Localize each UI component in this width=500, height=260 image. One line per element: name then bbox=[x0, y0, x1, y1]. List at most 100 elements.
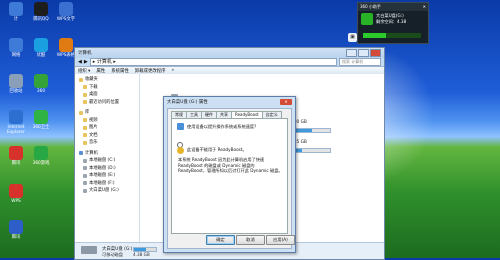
usb-widget[interactable]: 360 小助手 ✕ 大白菜U盘(G:) 剩余空间：4.38 bbox=[357, 2, 429, 44]
toolbar-item[interactable]: 组织 ▾ bbox=[78, 68, 90, 74]
widget-title: 360 小助手 bbox=[360, 4, 381, 9]
desktop-icon-label: 优酷 bbox=[36, 53, 46, 58]
close-icon[interactable]: ✕ bbox=[423, 4, 426, 10]
ok-button[interactable]: 确定 bbox=[206, 235, 235, 245]
maximize-button[interactable] bbox=[358, 49, 369, 57]
nav-item[interactable]: 本地磁盘 (F:) bbox=[75, 180, 139, 188]
desktop-icon[interactable]: 360游戏 bbox=[28, 146, 54, 166]
computer-icon bbox=[79, 151, 83, 156]
app-icon bbox=[9, 2, 23, 16]
apply-button[interactable]: 应用(A) bbox=[266, 235, 295, 245]
app-icon bbox=[9, 110, 23, 124]
folder-icon bbox=[83, 125, 87, 130]
folder-icon bbox=[83, 140, 87, 145]
desktop-tool-button[interactable]: ▣ bbox=[348, 33, 357, 42]
nav-item[interactable]: 库 bbox=[75, 109, 139, 117]
nav-item[interactable]: 收藏夹 bbox=[75, 76, 139, 84]
nav-item[interactable]: 本地磁盘 (D:) bbox=[75, 165, 139, 173]
desktop-icon[interactable]: 腾讯 bbox=[3, 220, 29, 240]
explorer-titlebar[interactable]: 计算机 bbox=[75, 48, 384, 58]
nav-item[interactable]: 文档 bbox=[75, 132, 139, 140]
usb-drive-icon bbox=[81, 246, 97, 254]
desktop-icon[interactable]: 优酷 bbox=[28, 38, 54, 58]
folder-icon bbox=[83, 133, 87, 138]
desktop: { "desktop": { "icons": [ {"label": "计",… bbox=[0, 0, 500, 260]
navigation-pane: 收藏夹 下载 桌面 最近访问的位置库视频 图片 文档 音乐 计算机 本地磁盘 (C:) 本地磁盘 … bbox=[75, 74, 140, 259]
usb-icon bbox=[361, 13, 373, 25]
toolbar-item[interactable]: 属性 bbox=[96, 68, 105, 74]
app-icon bbox=[34, 74, 48, 88]
option-not-supported: 此设备不能用于 ReadyBoost。 bbox=[187, 147, 247, 152]
desktop-icon[interactable]: 360 bbox=[28, 74, 54, 94]
nav-item[interactable]: 图片 bbox=[75, 124, 139, 132]
app-icon bbox=[34, 146, 48, 160]
desktop-icon[interactable]: 360卫士 bbox=[28, 110, 54, 130]
nav-item-label: 视频 bbox=[89, 117, 98, 123]
window-title: 计算机 bbox=[78, 51, 92, 56]
desktop-icon[interactable]: 网络 bbox=[3, 38, 29, 58]
nav-item[interactable]: 大白菜U盘 (G:) bbox=[75, 187, 139, 195]
desktop-icon-label: 腾讯 bbox=[11, 235, 21, 240]
desktop-icon-label: 回收站 bbox=[9, 89, 23, 94]
nav-item-label: 本地磁盘 (D:) bbox=[89, 165, 116, 171]
widget-usage-bar bbox=[363, 33, 421, 38]
nav-item-label: 文档 bbox=[89, 132, 98, 138]
app-icon bbox=[9, 74, 23, 88]
desktop-icon[interactable]: WPS bbox=[3, 184, 29, 204]
toolbar-item[interactable]: 系统属性 bbox=[111, 68, 129, 74]
dialog-tab[interactable]: 常规 bbox=[171, 111, 187, 118]
desktop-icon[interactable]: 腾讯QQ bbox=[28, 2, 54, 22]
forward-icon[interactable]: ▶ bbox=[84, 59, 88, 65]
drive-icon bbox=[83, 181, 87, 186]
desktop-icon[interactable]: WPS文字 bbox=[53, 2, 79, 22]
dialog-tab[interactable]: 自定义 bbox=[261, 111, 282, 118]
nav-item-label: 下载 bbox=[89, 84, 98, 90]
dialog-titlebar[interactable]: 大白菜U盘 (G:) 属性 ✕ bbox=[164, 97, 295, 106]
nav-item-label: 图片 bbox=[89, 125, 98, 130]
toolbar-item[interactable]: » bbox=[172, 68, 175, 73]
search-input[interactable]: 搜索 计算机 bbox=[339, 58, 381, 66]
close-button[interactable] bbox=[370, 49, 381, 57]
app-icon bbox=[9, 184, 23, 198]
nav-item[interactable]: 本地磁盘 (E:) bbox=[75, 172, 139, 180]
desktop-icon[interactable]: 回收站 bbox=[3, 74, 29, 94]
nav-item[interactable]: 桌面 bbox=[75, 91, 139, 99]
dialog-tab[interactable]: 工具 bbox=[186, 111, 202, 118]
desktop-icon-label: 腾讯QQ bbox=[33, 17, 49, 22]
desktop-icon[interactable]: Internet Explorer bbox=[3, 110, 29, 135]
app-icon bbox=[9, 146, 23, 160]
dialog-tab[interactable]: 共享 bbox=[216, 111, 232, 118]
dialog-tab[interactable]: 硬件 bbox=[201, 111, 217, 118]
selected-drive-free: 4.38 GB bbox=[133, 252, 150, 257]
nav-item[interactable]: 最近访问的位置 bbox=[75, 99, 139, 107]
cancel-button[interactable]: 取消 bbox=[236, 235, 265, 245]
nav-item-label: 音乐 bbox=[89, 140, 98, 145]
nav-item[interactable]: 本地磁盘 (C:) bbox=[75, 157, 139, 165]
app-icon bbox=[59, 38, 73, 52]
address-row: ◀ ▶ ▸ 计算机 ▸ 搜索 计算机 bbox=[75, 58, 384, 66]
toolbar-item[interactable]: 卸载或更改程序 bbox=[135, 68, 166, 74]
desktop-icon[interactable]: 腾讯 bbox=[3, 146, 29, 166]
option-use-device[interactable]: 使用设备以提升操作系统或系统速度? bbox=[187, 124, 287, 130]
nav-item[interactable]: 视频 bbox=[75, 117, 139, 125]
folder-icon bbox=[83, 92, 87, 97]
folder-icon bbox=[83, 118, 87, 123]
dialog-title: 大白菜U盘 (G:) 属性 bbox=[167, 99, 208, 105]
nav-item-label: 计算机 bbox=[85, 150, 98, 156]
nav-item-label: 收藏夹 bbox=[85, 77, 98, 82]
folder-icon bbox=[79, 77, 83, 82]
dialog-tab[interactable]: ReadyBoost bbox=[231, 111, 263, 118]
drive-icon bbox=[83, 188, 87, 193]
desktop-icon[interactable]: 计 bbox=[3, 2, 29, 22]
nav-item-label: 桌面 bbox=[89, 92, 98, 97]
address-bar[interactable]: ▸ 计算机 ▸ bbox=[89, 58, 337, 66]
info-icon bbox=[177, 147, 184, 154]
minimize-button[interactable] bbox=[346, 49, 357, 57]
desktop-icon-label: 360卫士 bbox=[32, 125, 50, 130]
nav-item[interactable]: 下载 bbox=[75, 84, 139, 92]
back-icon[interactable]: ◀ bbox=[78, 59, 82, 65]
dialog-close-button[interactable]: ✕ bbox=[280, 98, 292, 105]
nav-item[interactable]: 音乐 bbox=[75, 139, 139, 147]
drive-icon bbox=[83, 173, 87, 178]
nav-item[interactable]: 计算机 bbox=[75, 150, 139, 158]
